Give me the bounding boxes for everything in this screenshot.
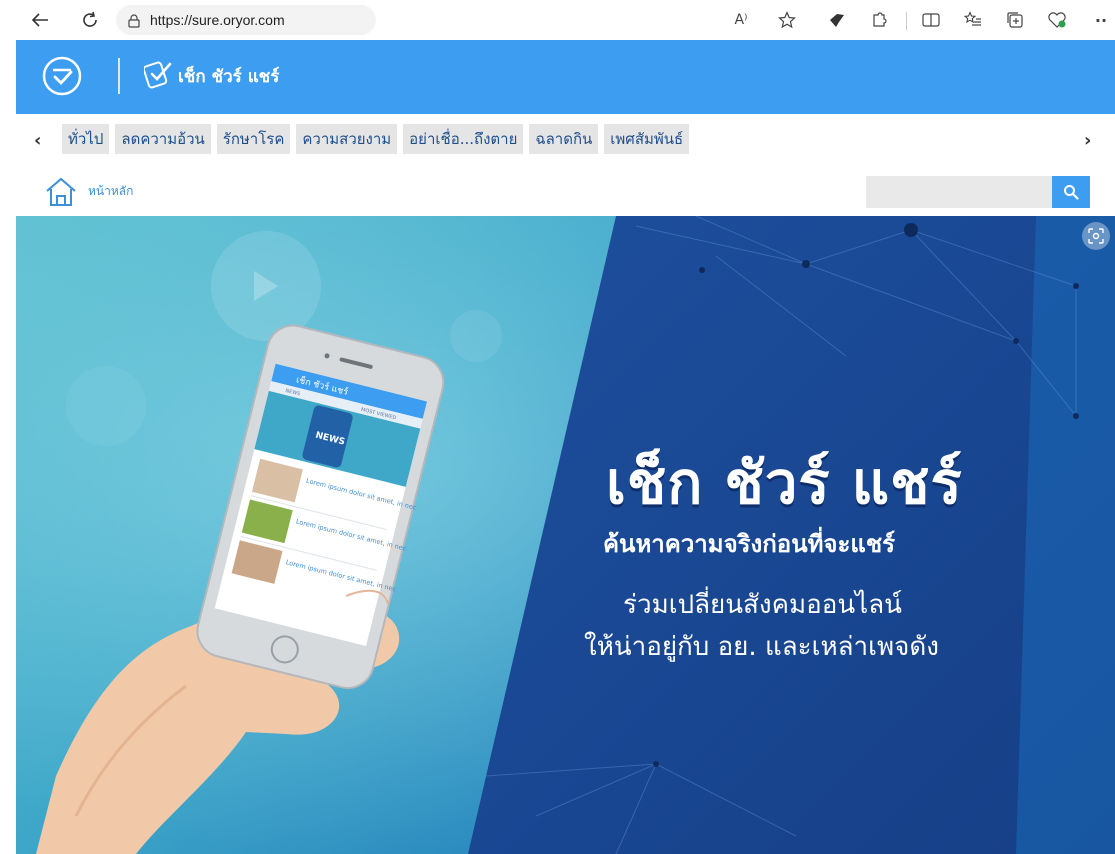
hero-subtitle: ค้นหาความจริงก่อนที่จะแชร์ (603, 530, 896, 558)
category-item[interactable]: ฉลาดกิน (529, 124, 599, 154)
breadcrumb-home-link[interactable]: หน้าหลัก (88, 182, 133, 201)
brand-title: เช็ก ชัวร์ แชร์ (178, 66, 280, 87)
search-input[interactable] (866, 176, 1052, 208)
brand-link[interactable]: เช็ก ชัวร์ แชร์ (142, 58, 280, 94)
chevron-left-icon[interactable]: ‹ (34, 130, 41, 151)
search-icon (1064, 185, 1079, 200)
hero-tagline-2: ให้น่าอยู่กับ อย. และเหล่าเพจดัง (584, 632, 939, 662)
category-item[interactable]: อย่าเชื่อ...ถึงตาย (403, 124, 524, 154)
chevron-right-icon[interactable]: › (1084, 130, 1091, 151)
breadcrumb-bar: หน้าหลัก (16, 166, 1115, 216)
hero-background-graphic: เช็ก ชัวร์ แชร์ NEWS MOST VIEWED NEWS Lo… (16, 216, 1115, 854)
oryor-logo-icon[interactable] (40, 54, 84, 98)
category-bar: ‹ ทั่วไป ลดความอ้วน รักษาโรค ความสวยงาม … (16, 114, 1115, 166)
read-aloud-icon[interactable]: A⁾ (730, 9, 752, 31)
hero-tagline-1: ร่วมเปลี่ยนสังคมออนไลน์ (623, 590, 902, 620)
refresh-icon[interactable] (78, 8, 102, 32)
category-item[interactable]: รักษาโรค (216, 124, 291, 154)
puzzle-icon[interactable] (868, 9, 890, 31)
visual-search-icon[interactable] (1082, 222, 1110, 250)
search-button[interactable] (1052, 176, 1090, 208)
header-divider (118, 58, 120, 94)
toolbar-divider (906, 12, 907, 30)
back-icon[interactable] (28, 8, 52, 32)
home-icon[interactable] (44, 176, 78, 208)
category-item[interactable]: ลดความอ้วน (115, 124, 211, 154)
split-screen-icon[interactable] (920, 9, 942, 31)
category-list: ทั่วไป ลดความอ้วน รักษาโรค ความสวยงาม อย… (62, 124, 690, 154)
collections-icon[interactable] (1004, 9, 1026, 31)
hero-title: เช็ก ชัวร์ แชร์ (606, 449, 963, 517)
hero-banner: เช็ก ชัวร์ แชร์ NEWS MOST VIEWED NEWS Lo… (16, 216, 1115, 854)
category-item[interactable]: ทั่วไป (62, 124, 110, 154)
favorite-star-icon[interactable] (776, 9, 798, 31)
address-bar[interactable]: https://sure.oryor.com (116, 5, 376, 35)
category-item[interactable]: ความสวยงาม (296, 124, 398, 154)
browser-toolbar: https://sure.oryor.com A⁾ ·· (0, 0, 1115, 40)
lock-icon[interactable] (128, 13, 140, 28)
category-item[interactable]: เพศสัมพันธ์ (604, 124, 690, 154)
site-header: เช็ก ชัวร์ แชร์ (16, 40, 1115, 114)
favorites-list-icon[interactable] (962, 9, 984, 31)
extension-icon[interactable] (826, 9, 848, 31)
check-phone-icon (142, 58, 174, 94)
url-text[interactable]: https://sure.oryor.com (150, 12, 285, 28)
performance-icon[interactable] (1046, 9, 1068, 31)
more-icon[interactable]: ·· (1090, 9, 1112, 31)
